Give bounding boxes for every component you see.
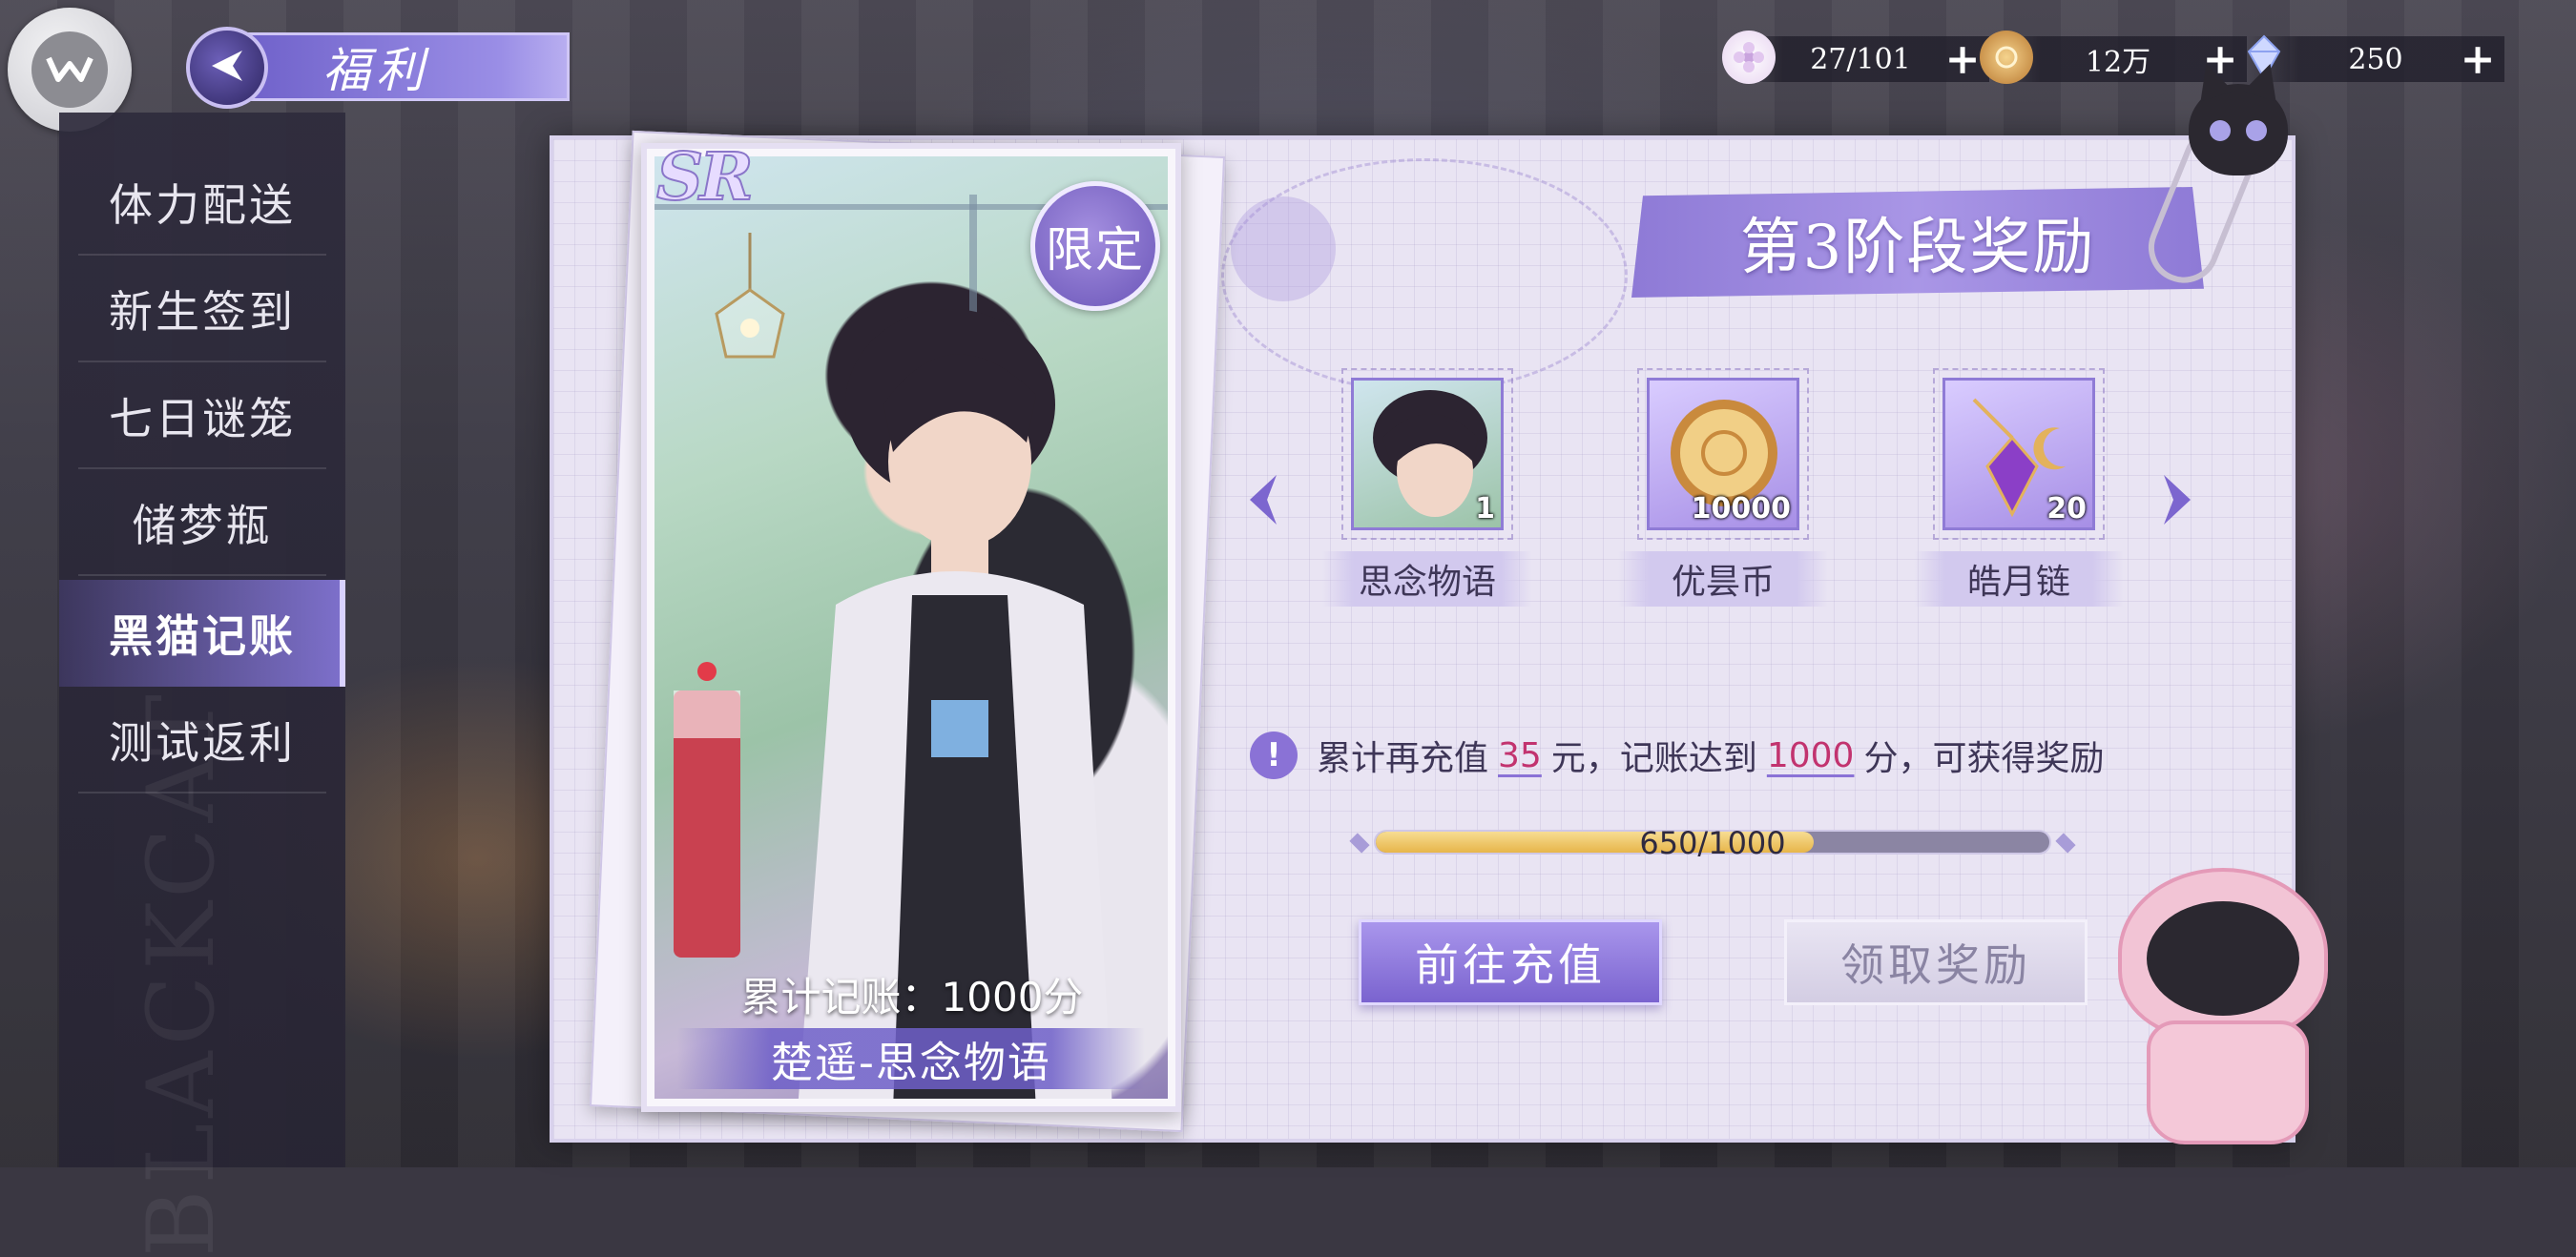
- moon-pendant-icon: 20: [1942, 378, 2095, 530]
- crystal-value: 250: [2348, 42, 2403, 76]
- requirement-suffix: 分，可获得奖励: [1863, 739, 2105, 778]
- page-title: 福利: [234, 32, 570, 101]
- character-portrait-icon: 1: [1351, 378, 1504, 530]
- reward-item[interactable]: 10000 优昙币: [1618, 368, 1828, 607]
- sidebar: BLACKCAT 体力配送 新生签到 七日谜笼 储梦瓶 黑猫记账 测试返利: [59, 113, 345, 1257]
- sidebar-item-seven-day[interactable]: 七日谜笼: [59, 362, 345, 469]
- chevron-left-icon: [1250, 475, 1277, 525]
- sidebar-item-label: 储梦瓶: [132, 500, 273, 551]
- card-name: 楚遥-思念物语: [677, 1028, 1145, 1089]
- sidebar-item-label: 体力配送: [109, 179, 296, 231]
- requirement-mid: 元，记账达到: [1550, 739, 1757, 778]
- reward-count: 10000: [1691, 492, 1791, 525]
- claim-reward-button[interactable]: 领取奖励: [1784, 919, 2088, 1005]
- back-arrow-icon: [206, 45, 248, 91]
- sidebar-item-newbie-signin[interactable]: 新生签到: [59, 256, 345, 362]
- sidebar-item-stamina-delivery[interactable]: 体力配送: [59, 149, 345, 256]
- chevron-right-icon: [2164, 475, 2191, 525]
- coin-icon: 10000: [1647, 378, 1799, 530]
- reward-count: 20: [2046, 492, 2087, 525]
- stage-title: 第3阶段奖励: [1631, 187, 2204, 298]
- logo-icon: [31, 31, 108, 108]
- hanging-lamp-icon: [715, 233, 785, 359]
- exclamation-icon: !: [1250, 732, 1298, 779]
- reward-item[interactable]: 20 皓月链: [1914, 368, 2124, 607]
- sidebar-bg-text: BLACKCAT: [128, 689, 235, 1257]
- stamina-flower-icon: [1722, 31, 1776, 84]
- stamina-value: 27/101: [1810, 42, 1911, 76]
- reward-label: 优昙币: [1618, 551, 1828, 607]
- coin-icon: [1980, 31, 2033, 84]
- requirement-prefix: 累计再充值: [1317, 739, 1489, 778]
- sidebar-item-label: 新生签到: [109, 286, 296, 338]
- sidebar-item-blackcat-ledger[interactable]: 黑猫记账: [59, 580, 345, 687]
- progress-text: 650/1000: [1639, 825, 1786, 861]
- sidebar-item-dream-bottle[interactable]: 储梦瓶: [59, 469, 345, 576]
- card-caption: 累计记账：1000分: [740, 974, 1084, 1020]
- sidebar-item-test-rebate[interactable]: 测试返利: [59, 687, 345, 793]
- sidebar-item-label: 测试返利: [109, 717, 296, 769]
- page-header: 福利: [186, 27, 572, 109]
- ledger-points: 1000: [1766, 735, 1855, 775]
- back-button[interactable]: [186, 27, 268, 109]
- reward-count: 1: [1475, 492, 1495, 525]
- reward-label: 思念物语: [1322, 551, 1532, 607]
- progress-bar: 650/1000: [1345, 825, 2080, 861]
- reward-item[interactable]: 1 思念物语: [1322, 368, 1532, 607]
- currency-crystal: 250 +: [2247, 35, 2504, 84]
- decorative-dot: [1231, 196, 1336, 301]
- sidebar-item-label: 黑猫记账: [109, 610, 296, 662]
- drink-cup-icon: [674, 662, 740, 958]
- black-cat-head-icon: [2189, 84, 2288, 175]
- black-cat-mascot: [2109, 858, 2357, 1154]
- limited-badge: 限定: [1030, 181, 1160, 311]
- reward-label: 皓月链: [1914, 551, 2124, 607]
- rarity-badge: SR: [655, 138, 755, 216]
- sidebar-item-label: 七日谜笼: [109, 393, 296, 444]
- add-crystal-button[interactable]: +: [2451, 35, 2504, 84]
- go-recharge-button[interactable]: 前往充值: [1359, 919, 1662, 1005]
- prev-arrow-button[interactable]: [1244, 471, 1282, 528]
- next-arrow-button[interactable]: [2158, 471, 2196, 528]
- coin-value: 12万: [2085, 46, 2151, 79]
- currency-stamina: 27/101 +: [1722, 31, 1989, 84]
- recharge-amount: 35: [1498, 735, 1542, 775]
- requirement-text: ! 累计再充值 35 元，记账达到 1000 分，可获得奖励: [1250, 727, 2104, 784]
